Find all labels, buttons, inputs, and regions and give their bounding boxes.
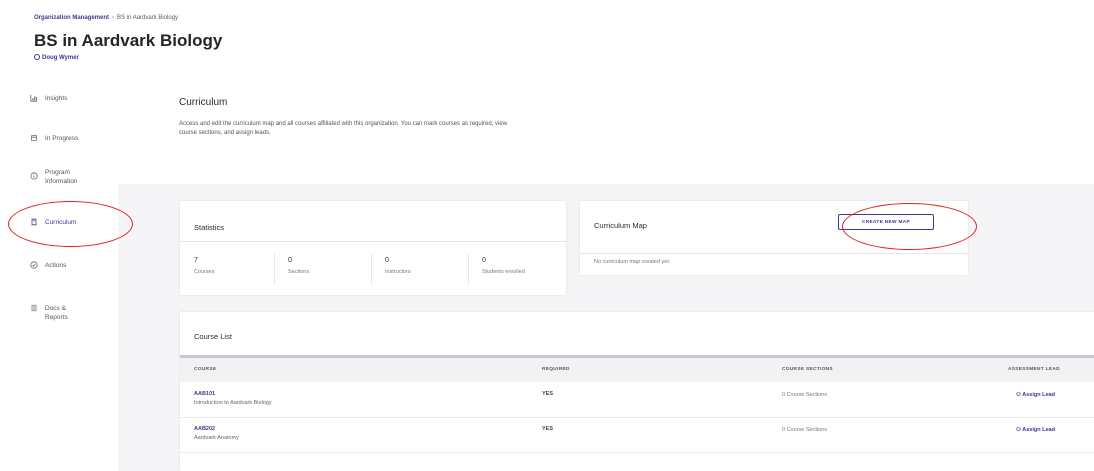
stat-value: 0: [482, 257, 486, 264]
stat-label: Sections: [288, 269, 310, 275]
curriculum-map-card: Curriculum Map CREATE NEW MAP No curricu…: [580, 201, 968, 275]
course-name: Introduction to Aardvark Biology: [194, 400, 272, 406]
course-sections-value: 0 Course Sections: [782, 392, 827, 398]
stat-label: Students enrolled: [482, 269, 525, 275]
breadcrumb-current: BS in Aardvark Biology: [117, 15, 179, 21]
stat-value: 7: [194, 257, 198, 264]
box-icon: [31, 135, 37, 141]
section-title: Curriculum: [179, 97, 228, 108]
course-list-title: Course List: [194, 332, 232, 341]
column-header-assessment-lead[interactable]: ASSESSMENT LEAD: [1008, 367, 1060, 372]
stat-courses: 7 Courses: [194, 257, 290, 289]
sidebar-item-label: Curriculum: [45, 219, 77, 226]
statistics-title: Statistics: [194, 223, 225, 232]
assign-lead-link[interactable]: ⚇ Assign Lead: [1016, 427, 1055, 433]
stat-sections: 0 Sections: [288, 257, 384, 289]
book-icon: [31, 218, 37, 226]
stat-divider: [468, 254, 469, 284]
column-header-required[interactable]: REQUIRED: [542, 367, 570, 372]
stat-divider: [274, 254, 275, 284]
column-header-course-sections[interactable]: COURSE SECTIONS: [782, 367, 833, 372]
required-value[interactable]: YES: [542, 391, 553, 397]
course-sections-value: 0 Course Sections: [782, 427, 827, 433]
sidebar-item-curriculum[interactable]: Curriculum: [30, 218, 76, 227]
required-value[interactable]: YES: [542, 426, 553, 432]
breadcrumb-separator: ›: [112, 15, 115, 21]
course-code-link[interactable]: AAB202: [194, 426, 239, 432]
stat-students-enrolled: 0 Students enrolled: [482, 257, 578, 289]
breadcrumb-root-link[interactable]: Organization Management: [34, 15, 109, 21]
main-content: Curriculum Access and edit the curriculu…: [118, 82, 1094, 471]
sidebar-item-actions[interactable]: Actions: [30, 261, 66, 270]
stat-label: Instructors: [385, 269, 411, 275]
owner-link[interactable]: Doug Wymer: [34, 54, 79, 61]
assign-lead-label: Assign Lead: [1022, 392, 1055, 398]
course-cell: AAB202 Aardvark Anatomy: [194, 426, 239, 441]
assign-lead-link[interactable]: ⚇ Assign Lead: [1016, 392, 1055, 398]
bar-chart-icon: [30, 94, 38, 102]
table-header: COURSE REQUIRED COURSE SECTIONS ASSESSME…: [180, 355, 1094, 382]
page-title: BS in Aardvark Biology: [34, 31, 223, 50]
stat-value: 0: [385, 257, 389, 264]
curriculum-intro: Curriculum Access and edit the curriculu…: [118, 82, 1094, 184]
course-cell: AAB101 Introduction to Aardvark Biology: [194, 391, 272, 406]
user-icon: [34, 54, 40, 60]
divider: [180, 241, 566, 242]
table-row: AAB101 Introduction to Aardvark Biology …: [180, 382, 1094, 418]
document-icon: [31, 304, 37, 312]
column-header-course[interactable]: COURSE: [194, 367, 216, 372]
assign-lead-label: Assign Lead: [1022, 427, 1055, 433]
divider: [580, 253, 968, 254]
owner-name: Doug Wymer: [42, 55, 79, 61]
curriculum-map-empty-text: No curriculum map created yet.: [594, 259, 671, 265]
stat-divider: [371, 254, 372, 284]
sidebar-item-label: Program Information: [45, 169, 78, 185]
sidebar-item-program-information[interactable]: Program Information: [30, 168, 93, 186]
info-icon: [30, 172, 38, 180]
course-code-link[interactable]: AAB101: [194, 391, 272, 397]
course-list-card: Course List COURSE REQUIRED COURSE SECTI…: [180, 312, 1094, 471]
course-name: Aardvark Anatomy: [194, 435, 239, 441]
stat-instructors: 0 Instructors: [385, 257, 481, 289]
section-description: Access and edit the curriculum map and a…: [179, 121, 508, 136]
sidebar-item-label: Actions: [45, 262, 67, 269]
curriculum-map-title: Curriculum Map: [594, 221, 647, 230]
sidebar-item-insights[interactable]: Insights: [30, 94, 67, 103]
sidebar-item-docs-reports[interactable]: Docs & Reports: [30, 304, 79, 322]
statistics-card: Statistics 7 Courses 0 Sections 0 Instru…: [180, 201, 566, 295]
sidebar: Insights In Progress Program Information…: [0, 82, 118, 471]
stat-label: Courses: [194, 269, 215, 275]
check-circle-icon: [30, 261, 38, 269]
sidebar-item-label: Docs & Reports: [45, 305, 68, 321]
sidebar-item-in-progress[interactable]: In Progress: [30, 134, 78, 143]
sidebar-item-label: Insights: [45, 95, 68, 102]
stat-value: 0: [288, 257, 292, 264]
sidebar-item-label: In Progress: [45, 135, 79, 142]
create-new-map-button[interactable]: CREATE NEW MAP: [838, 214, 934, 230]
table-row: AAB202 Aardvark Anatomy YES 0 Course Sec…: [180, 417, 1094, 453]
page-header: Organization Management › BS in Aardvark B…: [0, 0, 1094, 78]
breadcrumb: Organization Management › BS in Aardvark B…: [34, 15, 178, 21]
